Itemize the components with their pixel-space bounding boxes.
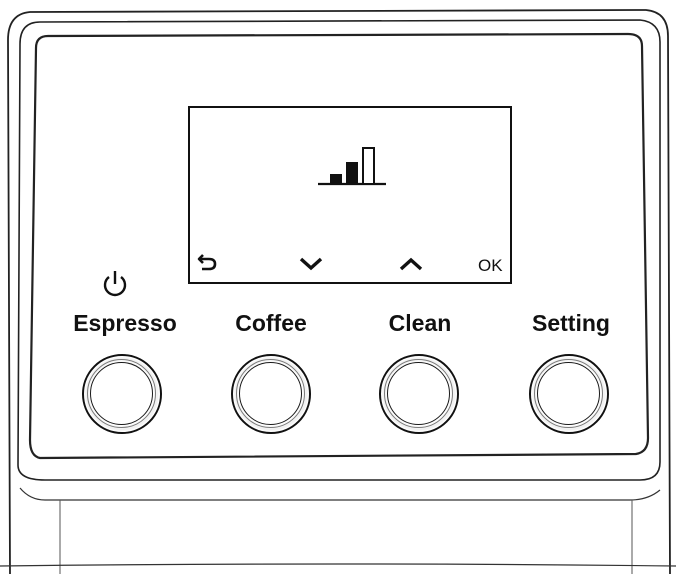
power-icon — [103, 271, 127, 297]
clean-button[interactable] — [379, 354, 459, 434]
coffee-label: Coffee — [235, 310, 307, 336]
strength-level-indicator — [318, 147, 386, 186]
knob-face — [387, 362, 450, 425]
knob-face — [537, 362, 600, 425]
chevron-up-icon — [399, 257, 423, 271]
knob-face — [239, 362, 302, 425]
display-screen: OK — [188, 106, 512, 284]
strength-bar-3 — [362, 147, 375, 185]
chevron-down-icon — [299, 257, 323, 271]
coffee-machine-control-panel: OK Espresso Coffee Clean Setting — [0, 0, 676, 574]
back-icon — [197, 254, 217, 271]
setting-label: Setting — [532, 310, 610, 336]
ok-label: OK — [478, 256, 503, 275]
espresso-label: Espresso — [73, 310, 177, 336]
strength-bar-2 — [346, 162, 358, 184]
knob-face — [90, 362, 153, 425]
clean-label: Clean — [388, 310, 452, 336]
coffee-button[interactable] — [231, 354, 311, 434]
setting-button[interactable] — [529, 354, 609, 434]
espresso-button[interactable] — [82, 354, 162, 434]
strength-bar-1 — [330, 174, 342, 184]
